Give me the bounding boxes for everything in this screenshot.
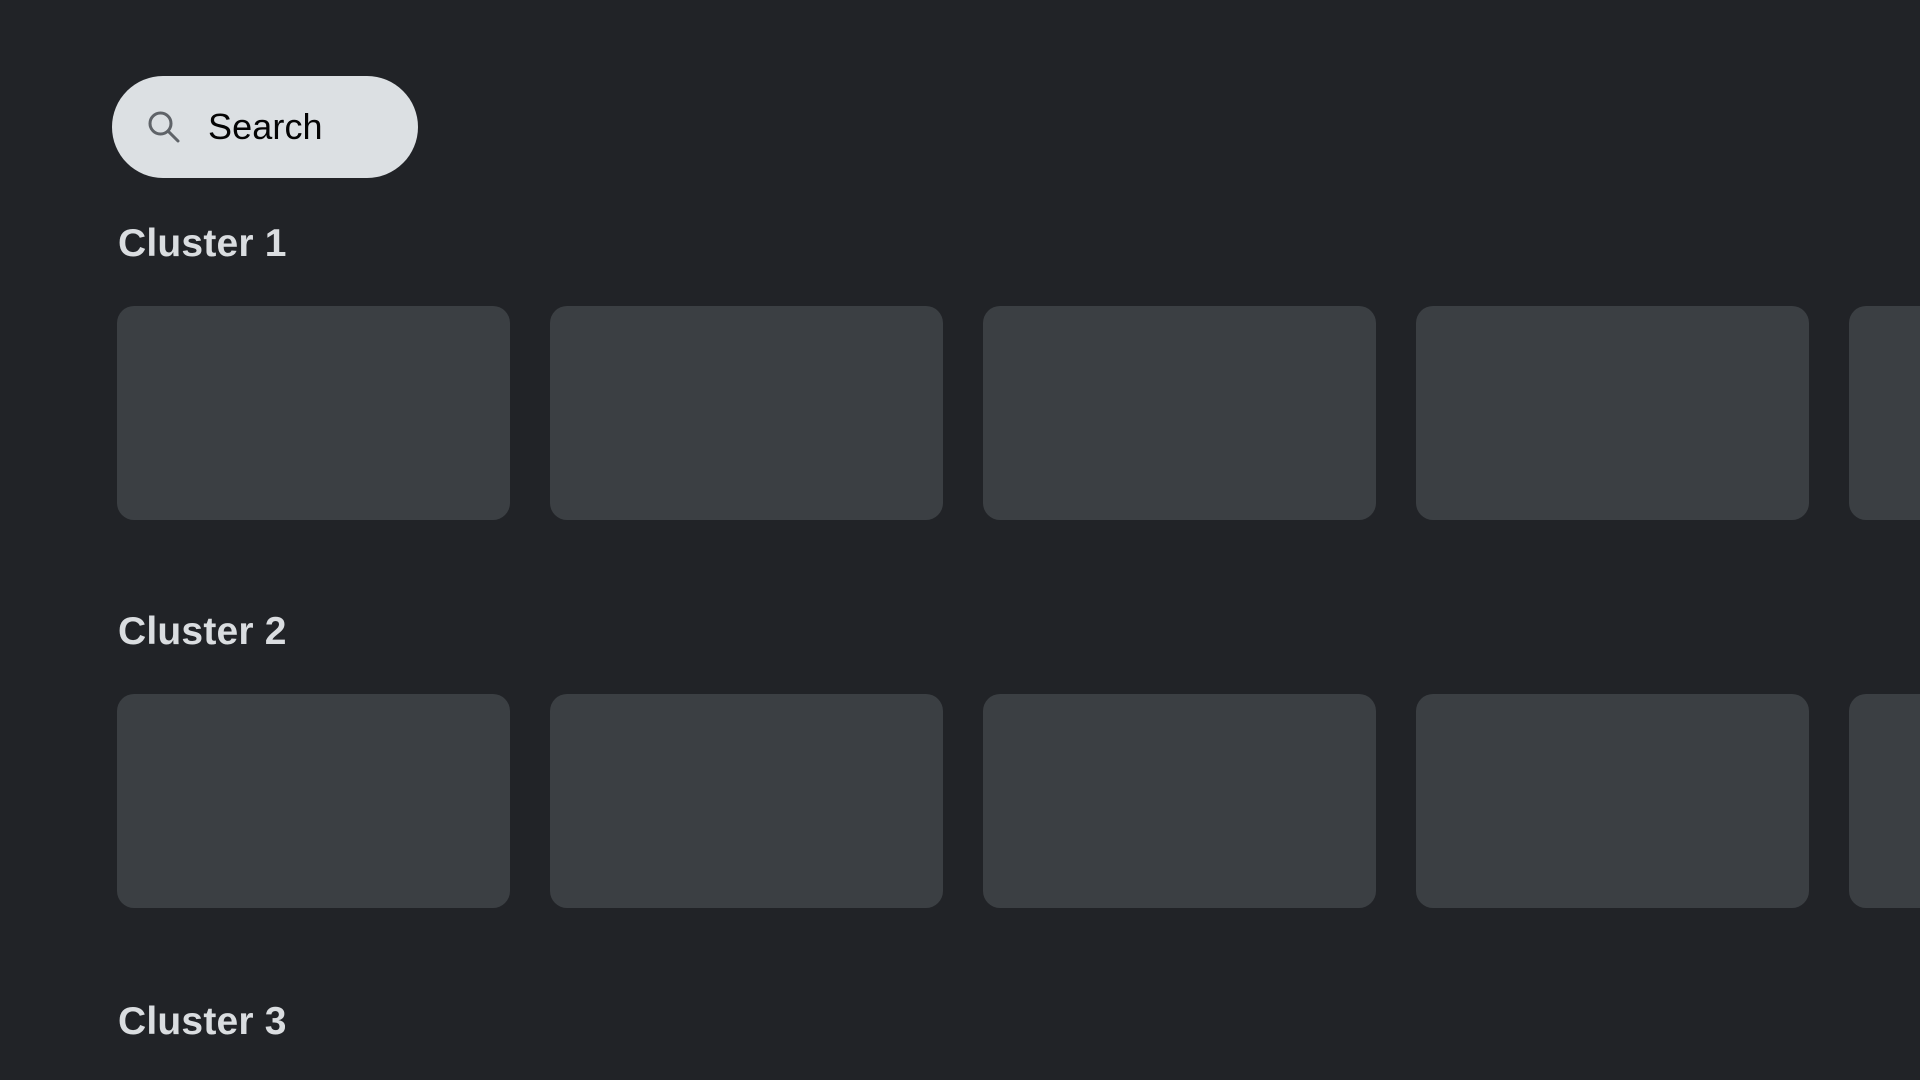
card-tile[interactable] <box>117 306 510 520</box>
cluster-title: Cluster 2 <box>118 610 287 653</box>
search-input[interactable]: Search <box>112 76 418 178</box>
card-row <box>0 306 1920 520</box>
card-tile[interactable] <box>550 694 943 908</box>
search-icon <box>148 111 180 143</box>
card-tile[interactable] <box>1849 306 1920 520</box>
card-tile[interactable] <box>1849 694 1920 908</box>
card-tile[interactable] <box>983 694 1376 908</box>
card-tile[interactable] <box>983 306 1376 520</box>
card-tile[interactable] <box>1416 306 1809 520</box>
card-tile[interactable] <box>1416 694 1809 908</box>
card-tile[interactable] <box>117 694 510 908</box>
card-row <box>0 694 1920 908</box>
card-tile[interactable] <box>550 306 943 520</box>
cluster-title: Cluster 1 <box>118 222 287 265</box>
app-root: Search Cluster 1 Cluster 2 Cluster 3 <box>0 0 1920 1080</box>
cluster-section-3: Cluster 3 <box>0 1002 1920 1041</box>
search-label: Search <box>208 106 323 147</box>
cluster-section-1: Cluster 1 <box>0 224 1920 520</box>
cluster-list: Cluster 1 Cluster 2 Cluster 3 <box>0 224 1920 1041</box>
cluster-title: Cluster 3 <box>118 1000 287 1043</box>
cluster-section-2: Cluster 2 <box>0 612 1920 908</box>
